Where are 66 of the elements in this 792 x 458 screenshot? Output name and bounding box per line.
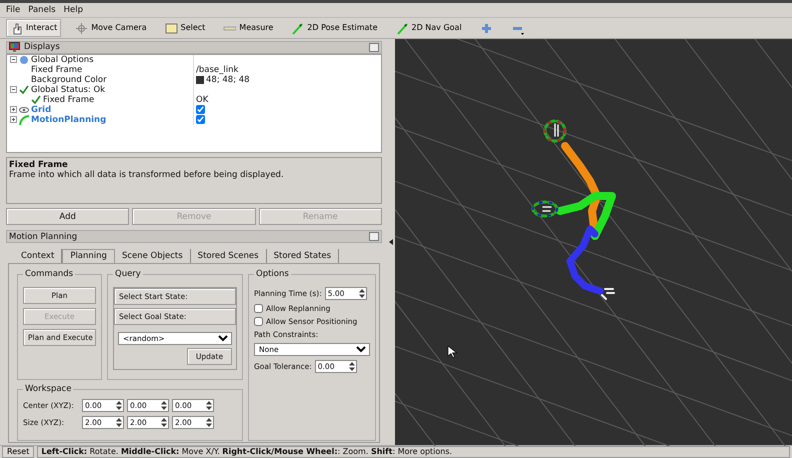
arrow-icon (291, 22, 304, 34)
expand-icon[interactable] (10, 116, 17, 124)
checkmark-icon (31, 94, 41, 105)
description-text: Frame into which all data is transformed before being displayed. (9, 170, 285, 180)
tab[interactable]: Stored States (266, 249, 340, 263)
tool-button[interactable]: 2D Nav Goal (392, 19, 466, 37)
expand-icon[interactable] (10, 106, 17, 114)
reset-button[interactable]: Reset (2, 446, 34, 458)
collapse-icon[interactable] (10, 86, 17, 94)
checkmark-icon (19, 84, 29, 95)
group-title: Options (255, 270, 290, 278)
monitor-icon (9, 42, 20, 52)
checkbox[interactable] (254, 316, 263, 326)
checkbox[interactable] (254, 304, 263, 312)
float-button[interactable] (369, 232, 379, 242)
tool-button[interactable]: Interact (6, 19, 62, 37)
spin-arrows-icon (115, 400, 123, 410)
float-button[interactable] (369, 42, 379, 52)
spin-arrows-icon (205, 416, 213, 428)
panel-button[interactable]: Add (6, 208, 130, 226)
menu-item[interactable]: Panels (28, 5, 56, 15)
property-value: 48; 48; 48 (206, 74, 250, 85)
property-value: /base_link (196, 64, 238, 75)
checkbox[interactable] (196, 105, 205, 114)
eye-icon (19, 104, 29, 115)
spin-arrows-icon (205, 400, 213, 410)
tab[interactable]: Planning (62, 249, 115, 263)
spin-arrows-icon (348, 360, 356, 372)
spin-arrows-icon (160, 400, 168, 410)
cursor-icon (448, 345, 458, 358)
property-value: OK (196, 94, 208, 105)
globe-icon (19, 54, 29, 65)
tab[interactable]: Stored Scenes (190, 249, 267, 263)
arm-icon (19, 114, 29, 125)
tree-item[interactable]: Background Color (31, 74, 107, 85)
tree-item[interactable]: Fixed Frame (43, 94, 94, 105)
menu-item[interactable]: Help (64, 5, 83, 15)
spin-arrows-icon (115, 416, 123, 428)
tree-item[interactable]: Global Status: Ok (31, 84, 106, 95)
splitter-arrow-icon (388, 239, 392, 245)
collapse-icon[interactable] (10, 56, 17, 64)
spin-arrows-icon (160, 416, 168, 428)
tool-button[interactable]: Measure (219, 19, 278, 37)
spin-arrows-icon (358, 288, 366, 298)
tool-button[interactable]: Move Camera (71, 19, 151, 37)
move-icon (75, 22, 88, 34)
tree-item[interactable]: Global Options (31, 54, 94, 65)
group-title: Query (114, 270, 142, 278)
plus-icon (480, 22, 493, 34)
checkbox[interactable] (196, 115, 205, 124)
tab[interactable]: Scene Objects (114, 249, 191, 263)
description-title: Fixed Frame (9, 160, 69, 170)
status-text: Left-Click: Rotate. Middle-Click: Move X/Y. Right-Click/Mouse Wheel:: Zoom. Shift: More options. (37, 446, 790, 458)
tool-button[interactable]: Select (160, 19, 210, 37)
tool-button[interactable]: 2D Pose Estimate (287, 19, 382, 37)
select-icon (164, 22, 178, 34)
tree-item[interactable]: Fixed Frame (31, 64, 82, 75)
arrow-icon (396, 22, 408, 34)
menu-item[interactable]: File (6, 5, 20, 15)
tree-item[interactable]: MotionPlanning (31, 114, 106, 125)
group-title: Workspace (24, 385, 72, 394)
panel-title: Displays (24, 42, 60, 52)
tree-item[interactable]: Grid (31, 104, 52, 115)
group-title: Commands (24, 270, 74, 278)
robot-arm-drawing[interactable] (532, 120, 616, 300)
panel-title: Motion Planning (9, 232, 78, 242)
